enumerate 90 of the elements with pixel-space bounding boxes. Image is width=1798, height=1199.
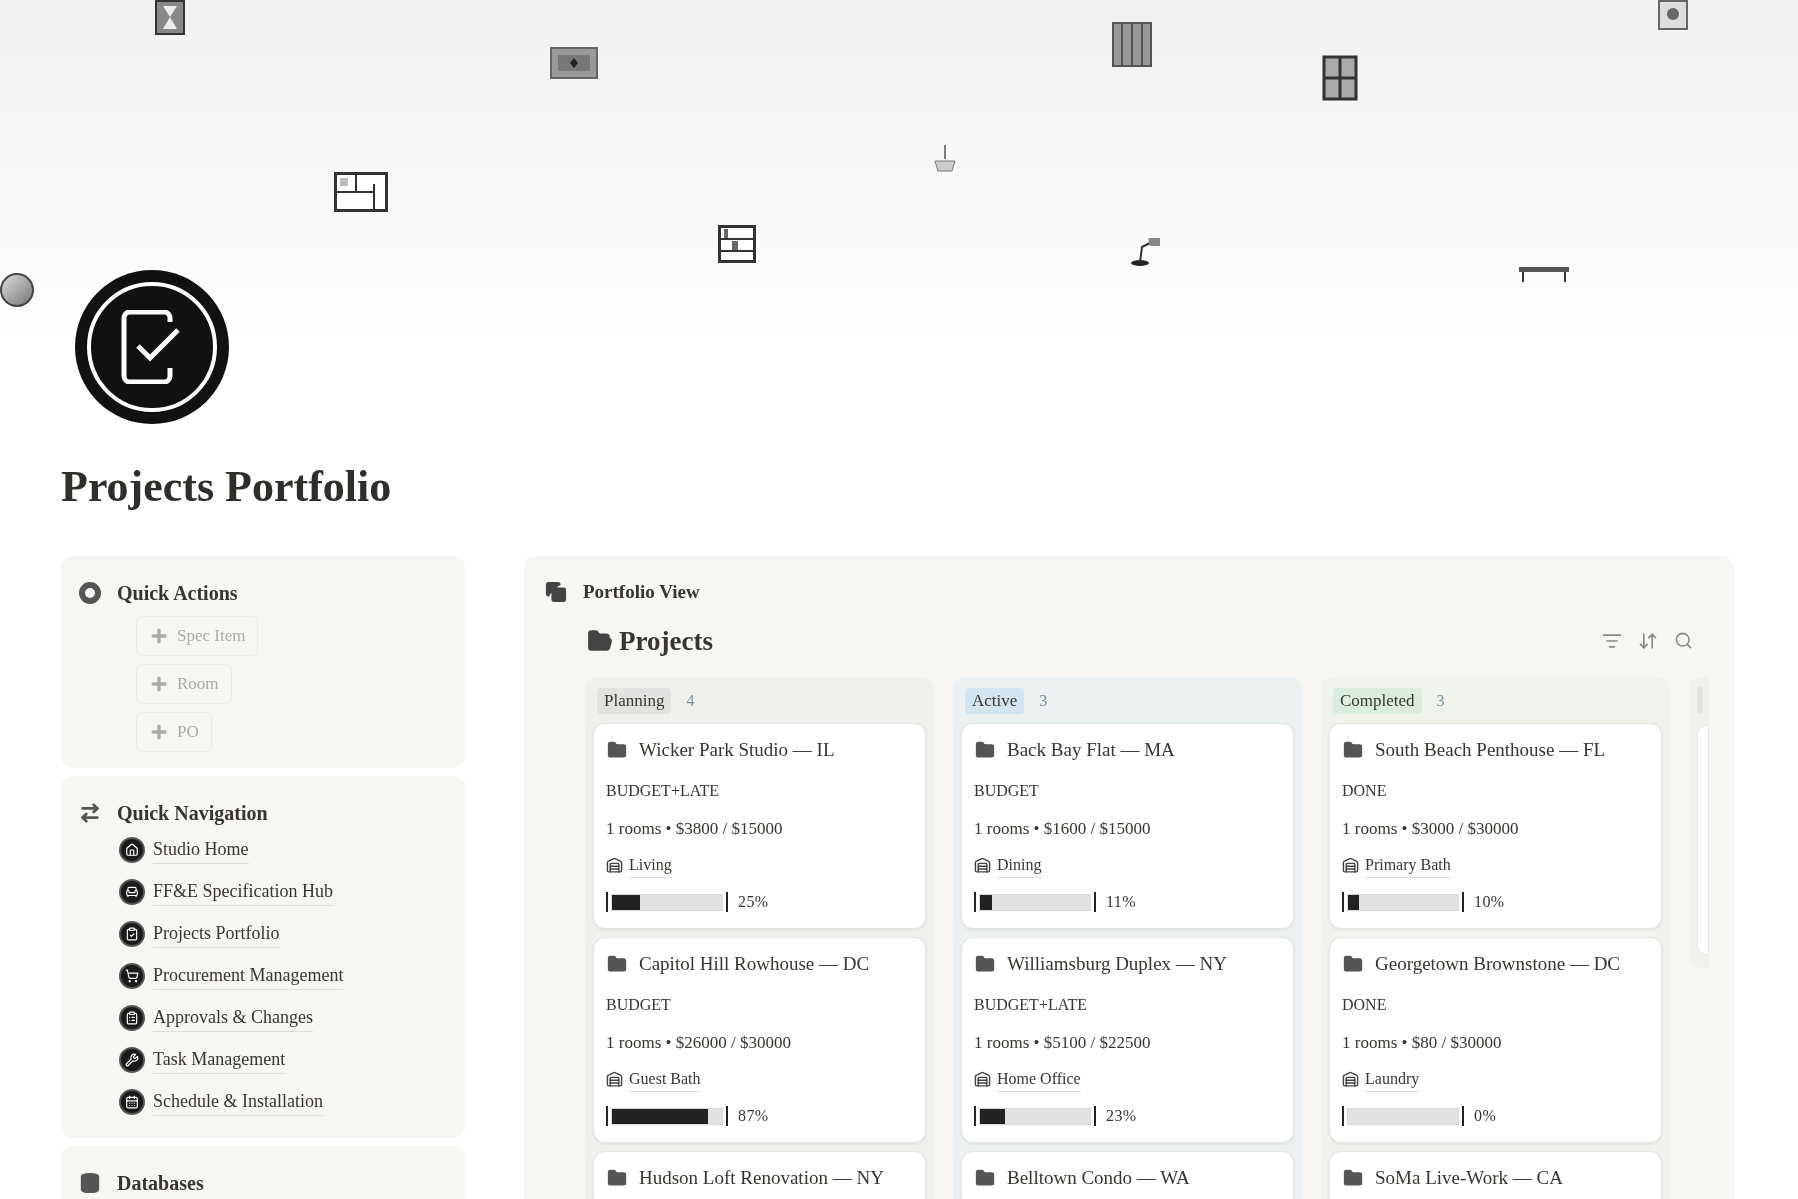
folder-icon	[587, 627, 613, 654]
project-card[interactable]: SoMa Live-Work — CA	[1329, 1151, 1662, 1199]
progress-reading: 0%	[1474, 1106, 1497, 1126]
card-summary: 1 rooms • $26000 / $30000	[606, 1031, 792, 1054]
card-summary: 1 rooms • $3000 / $30000	[1342, 817, 1520, 840]
panel-heading: Quick Actions	[117, 581, 238, 606]
card-title: Williamsburg Duplex — NY	[1007, 952, 1227, 976]
room-link[interactable]: Primary Bath	[1365, 853, 1451, 878]
folder-icon	[1343, 740, 1363, 761]
card-status: DONE	[1342, 994, 1388, 1015]
armchair-icon	[119, 879, 145, 905]
card-title: SoMa Live-Work — CA	[1375, 1166, 1563, 1190]
card-title: South Beach Penthouse — FL	[1375, 738, 1606, 762]
status-tag: Completed	[1333, 688, 1422, 714]
folder-icon	[975, 954, 995, 975]
status-tag: Planning	[597, 688, 672, 714]
nav-link[interactable]: Approvals & Changes	[153, 1004, 313, 1032]
project-card[interactable]: Back Bay Flat — MA BUDGET 1 rooms • $1600 / $15000 Dining 11%	[961, 723, 1294, 929]
card-status: BUDGET	[606, 994, 672, 1015]
card-status: BUDGET+LATE	[974, 994, 1088, 1015]
calendar-icon	[119, 1089, 145, 1115]
column-count: 3	[1039, 691, 1048, 711]
nav-link[interactable]: Projects Portfolio	[153, 920, 280, 948]
building-icon	[1342, 1071, 1359, 1088]
card-title: Wicker Park Studio — IL	[639, 738, 835, 762]
project-card[interactable]: Hudson Loft Renovation — NY	[593, 1151, 926, 1199]
arrows-icon	[79, 802, 101, 824]
folder-icon	[607, 1168, 627, 1189]
card-title: Georgetown Brownstone — DC	[1375, 952, 1621, 976]
room-link[interactable]: Living	[629, 853, 672, 878]
building-icon	[974, 857, 991, 874]
search-icon[interactable]	[1674, 631, 1693, 651]
project-card[interactable]: Williamsburg Duplex — NY BUDGET+LATE 1 rooms • $5100 / $22500 Home Office 23%	[961, 937, 1294, 1143]
column-count: 4	[686, 691, 695, 711]
room-link[interactable]: Laundry	[1365, 1067, 1420, 1092]
progress-reading: 10%	[1474, 892, 1505, 912]
panel-heading: Quick Navigation	[117, 801, 268, 827]
card-summary: 1 rooms • $3800 / $15000	[606, 817, 784, 840]
folder-icon	[1343, 1168, 1363, 1189]
card-title: Back Bay Flat — MA	[1007, 738, 1175, 762]
nav-link[interactable]: Procurement Management	[153, 962, 344, 990]
project-card[interactable]: South Beach Penthouse — FL DONE 1 rooms • $3000 / $30000 Primary Bath 10%	[1329, 723, 1662, 929]
card-status: DONE	[1342, 780, 1388, 801]
clipboard-list-icon	[119, 1005, 145, 1031]
card-summary: 1 rooms • $80 / $30000	[1342, 1031, 1503, 1054]
page-title: Projects Portfolio	[61, 461, 393, 513]
cart-icon	[119, 963, 145, 989]
building-icon	[606, 1071, 623, 1088]
database-icon	[79, 1172, 101, 1194]
wrench-icon	[119, 1047, 145, 1073]
progress-reading: 25%	[738, 892, 769, 912]
nav-link[interactable]: Task Management	[153, 1046, 286, 1074]
nav-link[interactable]: FF&E Specification Hub	[153, 878, 333, 906]
project-card[interactable]: Wicker Park Studio — IL BUDGET+LATE 1 rooms • $3800 / $15000 Living 25%	[593, 723, 926, 929]
copy-icon	[545, 581, 567, 604]
card-status: BUDGET	[974, 780, 1040, 801]
status-tag: Active	[965, 688, 1025, 714]
card-summary: 1 rooms • $5100 / $22500	[974, 1031, 1152, 1054]
plus-icon	[149, 674, 169, 694]
building-icon	[606, 857, 623, 874]
project-card[interactable]: Georgetown Brownstone — DC DONE 1 rooms • $80 / $30000 Laundry 0%	[1329, 937, 1662, 1143]
database-title: Projects	[619, 624, 713, 658]
nav-link[interactable]: Schedule & Installation	[153, 1088, 323, 1116]
nav-link[interactable]: Studio Home	[153, 836, 249, 864]
room-link[interactable]: Dining	[997, 853, 1042, 878]
room-link[interactable]: Home Office	[997, 1067, 1081, 1092]
folder-icon	[1343, 954, 1363, 975]
room-link[interactable]: Guest Bath	[629, 1067, 701, 1092]
folder-icon	[607, 954, 627, 975]
project-card[interactable]: Belltown Condo — WA	[961, 1151, 1294, 1199]
folder-icon	[975, 740, 995, 761]
plus-icon	[149, 722, 169, 742]
card-title: Capitol Hill Rowhouse — DC	[639, 952, 870, 976]
folder-icon	[607, 740, 627, 761]
panel-heading: Databases	[117, 1171, 204, 1196]
progress-reading: 23%	[1106, 1106, 1137, 1126]
section-heading: Portfolio View	[583, 580, 700, 604]
plus-icon	[149, 626, 169, 646]
card-title: Belltown Condo — WA	[1007, 1166, 1190, 1190]
progress-reading: 87%	[738, 1106, 769, 1126]
column-count: 3	[1436, 691, 1445, 711]
progress-reading: 11%	[1106, 892, 1136, 912]
card-title: Hudson Loft Renovation — NY	[639, 1166, 884, 1190]
card-summary: 1 rooms • $1600 / $15000	[974, 817, 1152, 840]
folder-icon	[975, 1168, 995, 1189]
building-icon	[974, 1071, 991, 1088]
building-icon	[1342, 857, 1359, 874]
card-status: BUDGET+LATE	[606, 780, 720, 801]
project-card[interactable]: Capitol Hill Rowhouse — DC BUDGET 1 rooms • $26000 / $30000 Guest Bath 87%	[593, 937, 926, 1143]
clipboard-check-icon	[119, 921, 145, 947]
